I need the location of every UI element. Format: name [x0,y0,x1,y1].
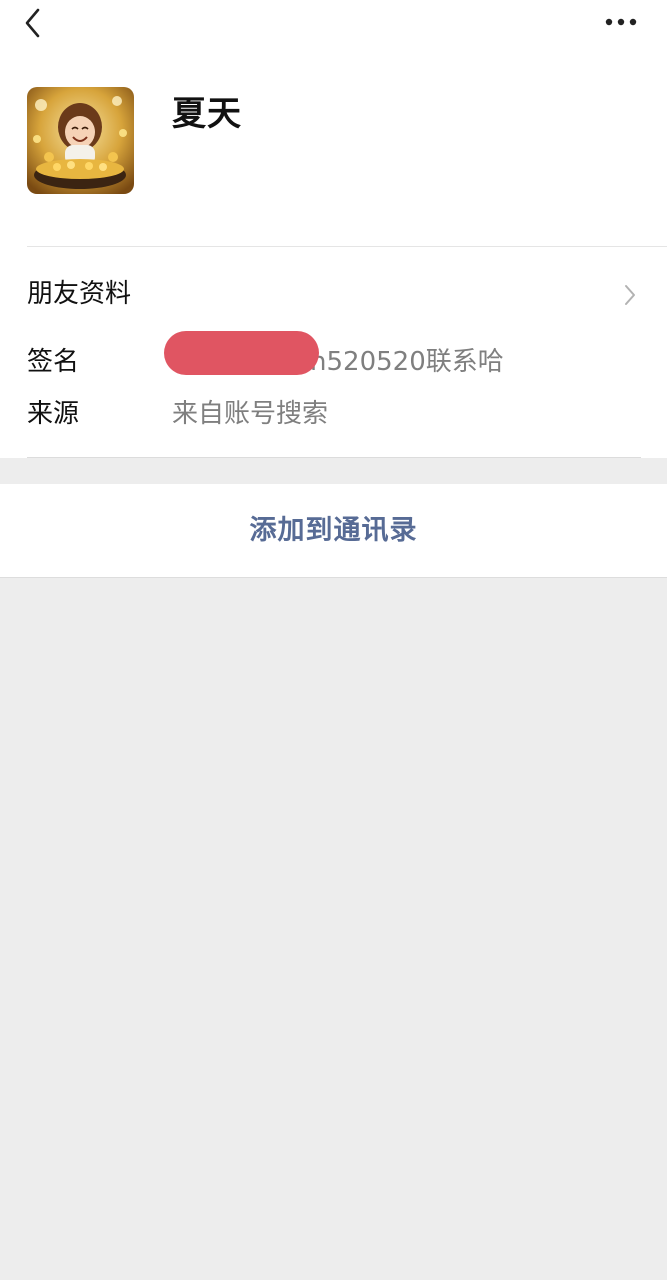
back-arrow-icon [25,8,40,38]
avatar-image [27,87,134,194]
profile-card: 夏天 朋友资料 签名 n520520联系哈 来源 来自账号搜索 [0,0,667,458]
redaction-mask [164,331,319,375]
divider [27,457,641,458]
source-value: 来自账号搜索 [172,399,329,429]
divider [27,246,667,247]
nickname: 夏天 [172,94,242,134]
source-label: 来源 [27,399,80,429]
more-button[interactable] [598,4,646,40]
signature-text: n520520联系哈 [310,347,504,377]
back-button[interactable] [16,4,52,40]
add-to-contacts-label: 添加到通讯录 [249,515,418,546]
add-to-contacts-button[interactable]: 添加到通讯录 [0,484,667,578]
more-dots-icon [605,18,637,26]
avatar[interactable] [27,87,134,194]
friend-info-row[interactable]: 朋友资料 [0,260,667,330]
friend-info-label: 朋友资料 [27,279,132,309]
signature-label: 签名 [27,347,80,377]
chevron-right-icon [625,285,635,305]
